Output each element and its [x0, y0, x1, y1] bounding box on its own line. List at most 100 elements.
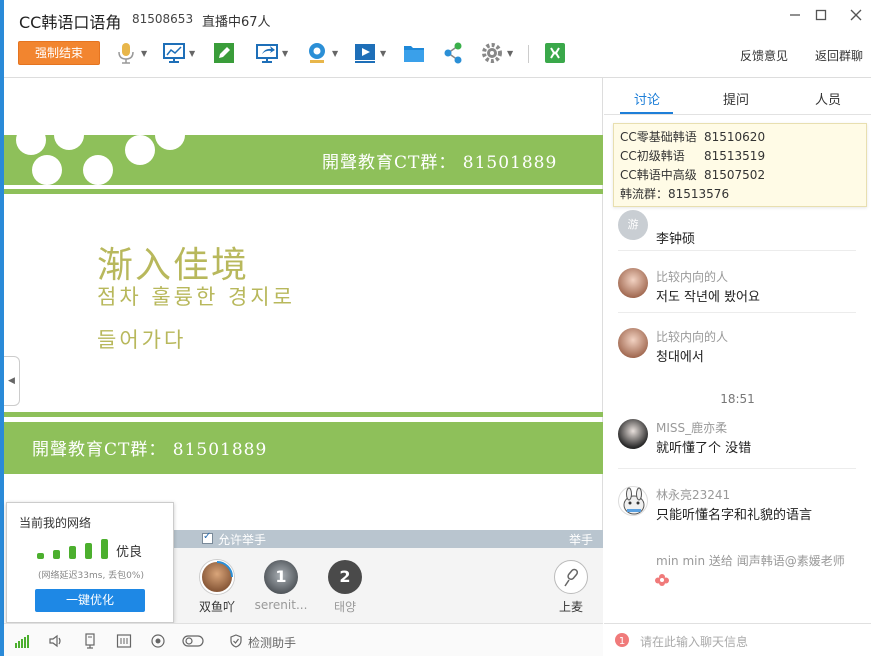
svg-text:1: 1 [619, 636, 625, 647]
record-icon[interactable] [150, 633, 166, 649]
raise-hand-strip: 允许举手 举手 [170, 530, 603, 548]
avatar: 1 [264, 560, 298, 594]
whiteboard-tool[interactable] [212, 40, 236, 66]
allow-raise-checkbox[interactable] [202, 531, 213, 544]
network-popup: 当前我的网络 优良 (网络延迟33ms, 丢包0%) 一键优化 [6, 502, 174, 623]
message-sender: 比较内向的人 [656, 270, 729, 284]
notice-row: 韩流群：81513576 [620, 187, 730, 201]
equalizer-icon[interactable] [116, 633, 132, 649]
raise-hand-label[interactable]: 举手 [569, 531, 593, 548]
microphone-tool[interactable]: ▼ [114, 40, 147, 66]
message-text: 李钟硕 [656, 232, 696, 247]
microphone-icon [114, 41, 138, 65]
chevron-left-icon: ◀ [8, 376, 15, 386]
chat-tabs: 讨论 提问 人员 [604, 78, 871, 115]
room-id: 81508653 [132, 12, 194, 26]
avatar [618, 328, 648, 358]
seat-number: 1 [275, 567, 287, 586]
group-notice: CC零基础韩语 81510620 CC初级韩语 81513519 CC韩语中高级 81… [613, 123, 867, 207]
avatar [618, 268, 648, 298]
collapse-left-tab[interactable]: ◀ [4, 356, 20, 406]
chat-input-placeholder: 请在此输入聊天信息 [640, 635, 749, 649]
slide-subtitle-1: 점차 훌륭한 경지로 [97, 285, 295, 309]
notice-row: CC零基础韩语 81510620 [620, 130, 766, 144]
allow-raise-label: 允许举手 [218, 533, 267, 547]
detect-helper-link[interactable]: 检测助手 [248, 634, 296, 651]
notice-row: CC初级韩语 81513519 [620, 149, 766, 163]
flower-icon [654, 573, 670, 589]
folder-icon [402, 41, 426, 65]
speaker-icon[interactable] [48, 633, 64, 649]
mic-users-row: 双鱼吖 1 serenit... 2 태양 上麦 [170, 548, 603, 623]
tab-members[interactable]: 人员 [798, 89, 858, 108]
camera-tool[interactable]: ▼ [305, 40, 338, 66]
maximize-icon[interactable] [810, 6, 832, 28]
avatar: 游 [618, 210, 648, 240]
screen-share-tool[interactable]: ▼ [162, 40, 195, 66]
avatar [618, 486, 648, 516]
force-end-button[interactable]: 强制结束 [18, 41, 100, 65]
slide-subtitle-2: 들어가다 [97, 328, 187, 352]
share-tool[interactable] [441, 40, 465, 66]
toolbar: 强制结束 ▼ ▼ ▼ ▼ ▼ ▼ 反馈意见 返回群聊 [4, 36, 871, 78]
seat-number: 2 [339, 567, 351, 586]
up-mic-label: 上麦 [558, 600, 583, 614]
message-text: 只能听懂名字和礼貌的语言 [656, 508, 813, 523]
app-title: CC韩语口语角 [19, 13, 122, 32]
microphone-icon [564, 568, 579, 587]
message-text: 청대에서 [656, 350, 704, 365]
signal-icon[interactable] [14, 633, 30, 649]
message-sender: MISS_鹿亦柔 [656, 421, 728, 435]
back-to-group-link[interactable]: 返回群聊 [815, 47, 863, 64]
mic-user[interactable]: 2 태양 [315, 560, 375, 615]
gift-notice: min min 送给 闻声韩语@素媛老师 [656, 554, 845, 568]
mic-user-name: 태양 [333, 600, 357, 614]
close-icon[interactable] [845, 6, 867, 28]
screen-share-icon [162, 41, 186, 65]
slide-band-bottom: 開聲教育CT群： 81501889 [4, 422, 603, 474]
camera-icon [305, 41, 329, 65]
app-icon [543, 41, 567, 65]
message-text: 저도 작년에 봤어요 [656, 290, 760, 305]
up-mic-button[interactable] [554, 560, 588, 594]
slide-stage: 開聲教育CT群： 81501889 渐入佳境 점차 훌륭한 경지로 들어가다 開… [4, 78, 603, 530]
avatar: 2 [328, 560, 362, 594]
optimize-button[interactable]: 一键优化 [35, 589, 145, 612]
flower-icon[interactable]: 1 [614, 632, 630, 648]
mic-user-name: serenit... [254, 598, 308, 612]
whiteboard-icon [212, 41, 236, 65]
tab-discussion[interactable]: 讨论 [617, 89, 677, 108]
folder-tool[interactable] [402, 40, 426, 66]
feedback-link[interactable]: 反馈意见 [740, 47, 788, 64]
band-text-top: 開聲教育CT群： 81501889 [322, 153, 558, 173]
mic-user[interactable]: 1 serenit... [251, 560, 311, 612]
status-bar: 检测助手 [4, 623, 603, 656]
shield-icon [229, 634, 245, 650]
avatar [200, 560, 234, 594]
video-play-tool[interactable]: ▼ [353, 40, 386, 66]
mic-user-name: 双鱼吖 [198, 600, 235, 614]
minimize-icon[interactable] [784, 6, 806, 28]
device-icon[interactable] [82, 633, 98, 649]
active-tab-indicator [620, 112, 673, 114]
network-grade: 优良 [116, 545, 143, 560]
slide-band-top: 開聲教育CT群： 81501889 [4, 135, 603, 185]
message-sender: 林永亮23241 [656, 488, 731, 502]
toggle-icon[interactable] [182, 633, 204, 649]
tab-questions[interactable]: 提问 [706, 89, 766, 108]
toolbar-separator [528, 45, 529, 63]
share-icon [441, 41, 465, 65]
mic-user[interactable]: 双鱼吖 [187, 560, 247, 615]
network-title: 当前我的网络 [19, 516, 92, 530]
avatar [618, 419, 648, 449]
message-sender: 比较内向的人 [656, 330, 729, 344]
settings-tool[interactable]: ▼ [480, 40, 513, 66]
chat-input[interactable]: 1 请在此输入聊天信息 [604, 623, 871, 656]
present-icon [255, 41, 279, 65]
network-detail: (网络延迟33ms, 丢包0%) [38, 571, 144, 581]
settings-icon [480, 41, 504, 65]
app-tool[interactable] [543, 40, 567, 66]
present-tool[interactable]: ▼ [255, 40, 288, 66]
live-count: 直播中67人 [202, 15, 271, 30]
chat-panel: 讨论 提问 人员 CC零基础韩语 81510620 CC初级韩语 81513519 … [604, 78, 871, 656]
